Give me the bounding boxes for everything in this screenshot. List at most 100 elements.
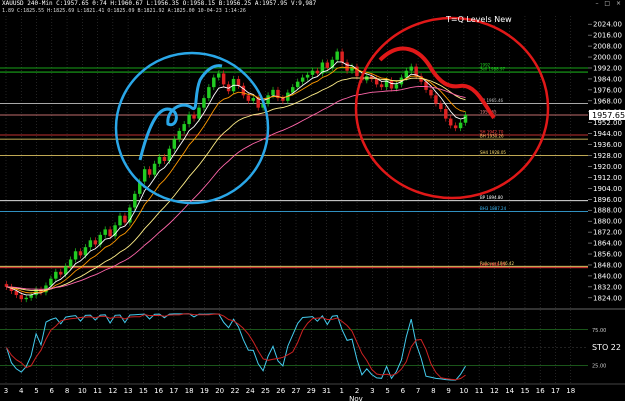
candle-body <box>123 215 127 223</box>
time-tick-label: 14 <box>505 387 514 395</box>
time-tick-label: 4 <box>19 387 24 395</box>
candle-body <box>463 114 468 123</box>
price-tick-label: 1984.00 <box>593 75 622 83</box>
last-price-label: 1957.65 <box>592 111 625 120</box>
window-controls[interactable]: – □ × <box>595 0 623 7</box>
time-tick-label: 25 <box>261 387 270 395</box>
candle-body <box>133 193 137 208</box>
candle-body <box>172 139 177 149</box>
candle-body <box>241 85 246 96</box>
price-tick-label: 1880.00 <box>593 218 622 226</box>
candle-body <box>177 130 181 140</box>
candle-body <box>83 247 88 256</box>
stochastic-panel: 75.00 25.00 <box>0 308 625 381</box>
time-tick-label: 20 <box>215 387 224 395</box>
candle-body <box>24 297 28 300</box>
price-tick-label: 1904.00 <box>593 185 622 193</box>
candle-body <box>182 124 186 131</box>
candle-body <box>236 78 241 86</box>
price-tick-label: 2016.00 <box>593 32 622 40</box>
price-tick-label: 1992.00 <box>593 64 622 72</box>
price-tick-label: 1968.00 <box>593 97 622 105</box>
time-tick-label: 1 <box>340 387 344 395</box>
red-circle-annotation <box>354 16 550 200</box>
time-tick-label: 6 <box>50 387 55 395</box>
candle-body <box>458 122 463 129</box>
time-tick-label: 17 <box>551 387 560 395</box>
time-tick-label: 3 <box>4 387 8 395</box>
time-tick-label: 29 <box>307 387 316 395</box>
price-tick-label: 2008.00 <box>593 43 622 51</box>
candle-body <box>59 271 63 275</box>
price-tick-label: 1824.00 <box>593 294 622 302</box>
price-tick-label: 2024.00 <box>593 21 622 29</box>
candle-body <box>68 259 73 267</box>
time-tick-label: 11 <box>93 387 102 395</box>
price-axis: 2024.00 2016.00 2008.00 2000.00 1992.00 1984.… <box>588 16 625 311</box>
candle-body <box>434 95 438 104</box>
indicator-title: T=Q Levels New <box>446 15 512 24</box>
candle-body <box>345 62 349 71</box>
time-axis: 3 4 5 6 8 10 11 12 13 15 16 17 18 19 20 22 24 25 26 27 29 31 1… <box>0 383 625 401</box>
candle-body <box>93 240 98 245</box>
time-tick-label: 12 <box>108 387 117 395</box>
time-tick-label: 6 <box>401 387 406 395</box>
price-tick-label: 1952.00 <box>593 119 622 127</box>
time-tick-label: 19 <box>200 387 209 395</box>
time-tick-label: 12 <box>490 387 499 395</box>
time-tick-label: 11 <box>475 387 484 395</box>
time-tick-label: 16 <box>536 387 545 395</box>
overbought-label: 75.00 <box>592 328 606 334</box>
time-tick-label: 10 <box>459 387 468 395</box>
price-tick-label: 1912.00 <box>593 174 622 182</box>
price-tick-label: 1920.00 <box>593 163 622 171</box>
time-tick-label: 7 <box>416 387 420 395</box>
price-tick-label: 1848.00 <box>593 261 622 269</box>
level-label: BH3 1887.24 <box>480 206 507 211</box>
candle-body <box>187 114 191 125</box>
time-tick-label: 22 <box>230 387 239 395</box>
time-tick-label: 27 <box>292 387 301 395</box>
price-chart[interactable]: 1992Sell 1988.97YR 1965.461957.65BH 1930… <box>0 0 625 401</box>
candle-body <box>162 156 167 161</box>
candle-body <box>444 109 448 119</box>
price-tick-label: 1872.00 <box>593 229 622 237</box>
price-tick-label: 1944.00 <box>593 130 622 138</box>
time-tick-label: 2 <box>355 387 359 395</box>
candle-body <box>300 77 305 82</box>
candle-body <box>54 271 58 279</box>
time-tick-label: 17 <box>169 387 178 395</box>
candle-body <box>142 169 147 182</box>
candle-body <box>49 278 53 286</box>
candle-body <box>335 51 339 60</box>
candle-body <box>374 78 379 85</box>
month-label: Nov <box>349 395 363 401</box>
candle-body <box>108 229 112 237</box>
price-tick-label: 2000.00 <box>593 54 622 62</box>
candle-body <box>315 70 320 74</box>
candle-body <box>216 73 221 78</box>
time-tick-label: 31 <box>322 387 331 395</box>
time-tick-label: 15 <box>520 387 529 395</box>
candle-body <box>192 114 196 119</box>
price-tick-label: 1936.00 <box>593 141 622 149</box>
time-tick-label: 16 <box>154 387 163 395</box>
candle-body <box>439 103 443 110</box>
candle-body <box>453 125 458 129</box>
time-tick-label: 8 <box>65 387 69 395</box>
candle-body <box>389 80 394 89</box>
candle-body <box>409 66 413 71</box>
time-tick-label: 15 <box>139 387 148 395</box>
blue-arrow-annotation <box>138 64 223 161</box>
candle-body <box>202 98 206 108</box>
candle-body <box>88 240 93 248</box>
candle-body <box>448 118 453 126</box>
candle-body <box>19 295 24 300</box>
level-label: Low 1846.25 <box>480 262 506 267</box>
candle-body <box>103 229 107 235</box>
candle-body <box>379 84 384 88</box>
candle-body <box>73 251 78 260</box>
candle-body <box>157 156 162 164</box>
time-tick-label: 8 <box>431 387 435 395</box>
time-tick-label: 24 <box>246 387 255 395</box>
